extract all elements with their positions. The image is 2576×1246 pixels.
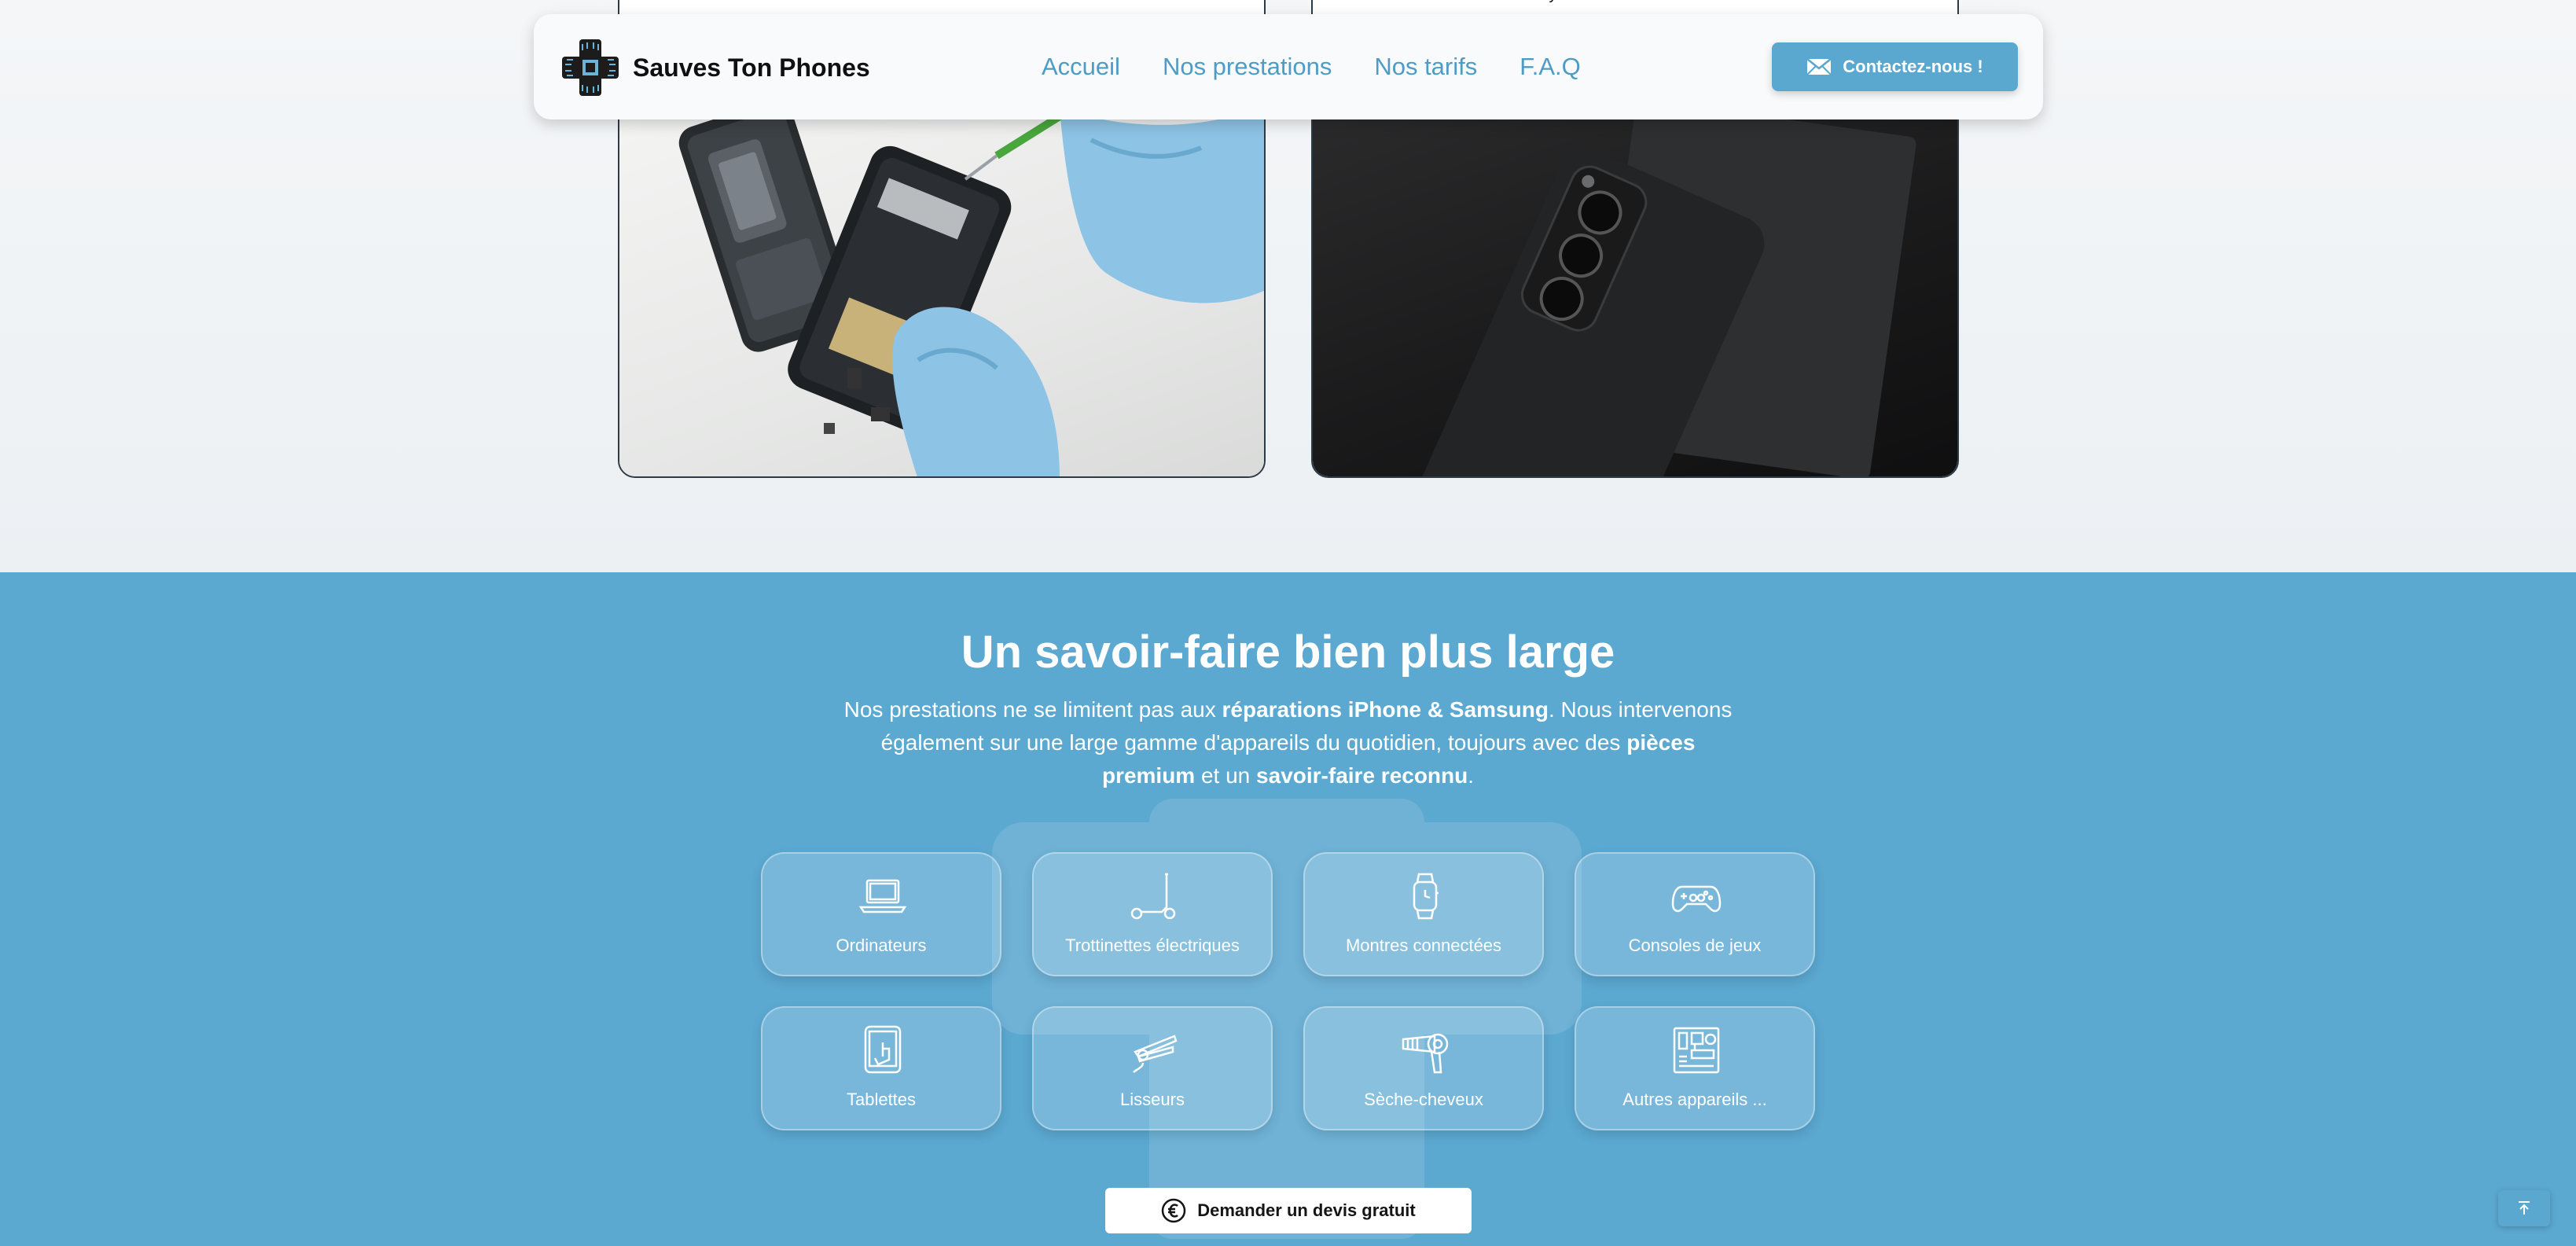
arrow-up-icon: [2519, 1201, 2530, 1215]
logo-icon: [562, 39, 619, 96]
circuit-board-icon: [1673, 1027, 1720, 1074]
mail-icon: [1806, 58, 1832, 75]
tablet-icon: [864, 1025, 902, 1074]
tile-label: Consoles de jeux: [1628, 935, 1762, 955]
hairdryer-icon: [1402, 1033, 1449, 1074]
iphone-repair-photo: [619, 108, 1264, 476]
service-tile-autres-appareils[interactable]: Autres appareils ...: [1575, 1006, 1815, 1130]
services-section: Un savoir-faire bien plus large Nos pres…: [0, 572, 2576, 1246]
service-tile-trottinettes[interactable]: Trottinettes électriques: [1032, 852, 1273, 976]
smartwatch-icon: [1413, 873, 1439, 920]
straightener-icon: [1133, 1035, 1178, 1073]
section-title: Un savoir-faire bien plus large: [961, 627, 1615, 678]
section-description: Nos prestations ne se limitent pas aux r…: [843, 697, 1733, 788]
laptop-icon: [858, 879, 907, 913]
request-quote-button[interactable]: Demander un devis gratuit: [1105, 1188, 1472, 1233]
contact-button[interactable]: Contactez-nous !: [1772, 42, 2018, 91]
tile-label: Autres appareils ...: [1622, 1090, 1767, 1109]
service-tile-montres[interactable]: Montres connectées: [1303, 852, 1544, 976]
gamepad-icon: [1671, 885, 1722, 913]
site-header: Sauves Ton Phones Accueil Nos prestation…: [534, 14, 2043, 119]
samsung-phone-photo: [1313, 108, 1957, 476]
service-tile-consoles[interactable]: Consoles de jeux: [1575, 852, 1815, 976]
tile-label: Lisseurs: [1120, 1090, 1185, 1109]
brand-name: Sauves Ton Phones: [633, 53, 870, 82]
logo[interactable]: Sauves Ton Phones: [562, 39, 870, 96]
tile-label: Montres connectées: [1345, 935, 1502, 955]
nav-nos-prestations[interactable]: Nos prestations: [1163, 53, 1332, 81]
main-nav: Accueil Nos prestations Nos tarifs F.A.Q: [1042, 14, 1623, 119]
service-tile-seche-cheveux[interactable]: Sèche-cheveux: [1303, 1006, 1544, 1130]
service-tile-tablettes[interactable]: Tablettes: [761, 1006, 1001, 1130]
nav-nos-tarifs[interactable]: Nos tarifs: [1374, 53, 1477, 81]
nav-faq[interactable]: F.A.Q: [1520, 53, 1581, 81]
scroll-to-top-button[interactable]: [2498, 1190, 2550, 1226]
service-tile-ordinateurs[interactable]: Ordinateurs: [761, 852, 1001, 976]
request-quote-label: Demander un devis gratuit: [1197, 1200, 1416, 1220]
tile-label: Ordinateurs: [836, 935, 927, 955]
scooter-icon: [1130, 873, 1176, 920]
tile-label: Tablettes: [846, 1090, 917, 1109]
contact-button-label: Contactez-nous !: [1843, 57, 1983, 76]
nav-accueil[interactable]: Accueil: [1042, 53, 1120, 81]
tile-label: Sèche-cheveux: [1364, 1090, 1483, 1109]
service-tile-lisseurs[interactable]: Lisseurs: [1032, 1006, 1273, 1130]
tile-label: Trottinettes électriques: [1065, 935, 1240, 955]
euro-icon: [1161, 1198, 1186, 1223]
